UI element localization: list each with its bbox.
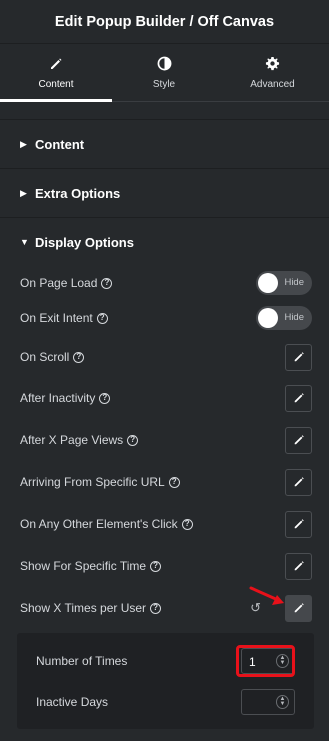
tab-content[interactable]: Content	[0, 44, 112, 102]
pencil-icon	[294, 519, 304, 529]
option-specific-time: Show For Specific Time?	[20, 552, 312, 580]
tab-advanced[interactable]: Advanced	[216, 44, 329, 101]
on-exit-intent-toggle[interactable]: Hide	[256, 306, 312, 330]
on-page-load-toggle[interactable]: Hide	[256, 271, 312, 295]
option-label: Show For Specific Time	[20, 559, 147, 573]
toggle-label: Hide	[284, 312, 304, 323]
inactive-days-input[interactable]: ▲ ▼	[241, 689, 295, 715]
panel-header: Edit Popup Builder / Off Canvas	[0, 0, 329, 44]
pencil-icon	[49, 56, 63, 72]
panel-title: Edit Popup Builder / Off Canvas	[54, 13, 275, 30]
option-label: On Any Other Element's Click	[20, 517, 178, 531]
help-icon[interactable]: ?	[101, 277, 113, 289]
pencil-icon	[294, 393, 304, 403]
option-label: On Exit Intent	[20, 311, 93, 325]
section-extra-options-title: Extra Options	[35, 185, 121, 201]
option-after-inactivity: After Inactivity?	[20, 384, 312, 412]
option-after-x-page-views: After X Page Views?	[20, 426, 312, 454]
gear-icon	[265, 56, 280, 72]
section-display-options[interactable]: ▼ Display Options	[0, 217, 329, 266]
spinner-icon[interactable]: ▲ ▼	[276, 695, 289, 709]
inactive-days-label: Inactive Days	[36, 695, 109, 709]
option-arriving-from-url: Arriving From Specific URL?	[20, 468, 312, 496]
section-content[interactable]: ▶ Content	[0, 119, 329, 168]
after-x-page-views-edit-button[interactable]	[285, 426, 312, 454]
red-arrow-icon	[249, 586, 284, 605]
after-inactivity-edit-button[interactable]	[285, 384, 312, 412]
half-circle-icon	[157, 56, 172, 72]
option-label: After X Page Views	[20, 433, 124, 447]
help-icon[interactable]: ?	[73, 351, 85, 363]
tab-advanced-label: Advanced	[250, 78, 295, 90]
option-on-page-load: On Page Load? Hide	[20, 269, 312, 297]
specific-time-edit-button[interactable]	[285, 552, 312, 580]
tab-content-label: Content	[38, 78, 74, 90]
pencil-icon	[294, 435, 304, 445]
pencil-icon	[294, 561, 304, 571]
tab-bar: Content Style Advanced	[0, 44, 329, 102]
tab-style[interactable]: Style	[112, 44, 216, 101]
toggle-label: Hide	[284, 277, 304, 288]
option-on-scroll: On Scroll?	[20, 343, 312, 371]
toggle-knob	[258, 273, 278, 293]
section-display-options-title: Display Options	[35, 234, 134, 250]
number-of-times-label: Number of Times	[36, 654, 128, 668]
help-icon[interactable]: ?	[127, 434, 139, 446]
pencil-icon	[294, 603, 304, 613]
tab-style-label: Style	[152, 78, 176, 90]
option-on-exit-intent: On Exit Intent? Hide	[20, 304, 312, 332]
section-content-title: Content	[35, 136, 85, 152]
inactive-days-row: Inactive Days ▲ ▼	[36, 689, 295, 715]
option-label: Show X Times per User	[20, 601, 147, 615]
caret-down-icon: ▼	[20, 237, 29, 247]
help-icon[interactable]: ?	[181, 518, 193, 530]
on-scroll-edit-button[interactable]	[285, 343, 312, 371]
help-icon[interactable]: ?	[96, 312, 108, 324]
arriving-from-url-edit-button[interactable]	[285, 468, 312, 496]
pencil-icon	[294, 352, 304, 362]
pencil-icon	[294, 477, 304, 487]
x-times-per-user-edit-button[interactable]	[285, 594, 312, 622]
other-element-click-edit-button[interactable]	[285, 510, 312, 538]
help-icon[interactable]: ?	[150, 560, 162, 572]
help-icon[interactable]: ?	[150, 602, 162, 614]
option-other-element-click: On Any Other Element's Click?	[20, 510, 312, 538]
caret-right-icon: ▶	[20, 187, 27, 198]
help-icon[interactable]: ?	[168, 476, 180, 488]
highlight-box	[236, 645, 295, 677]
section-extra-options[interactable]: ▶ Extra Options	[0, 168, 329, 217]
help-icon[interactable]: ?	[99, 392, 111, 404]
option-label: On Page Load	[20, 276, 98, 290]
caret-right-icon: ▶	[20, 138, 27, 149]
option-label: After Inactivity	[20, 391, 96, 405]
option-label: Arriving From Specific URL	[20, 475, 165, 489]
toggle-knob	[258, 308, 278, 328]
option-label: On Scroll	[20, 350, 70, 364]
